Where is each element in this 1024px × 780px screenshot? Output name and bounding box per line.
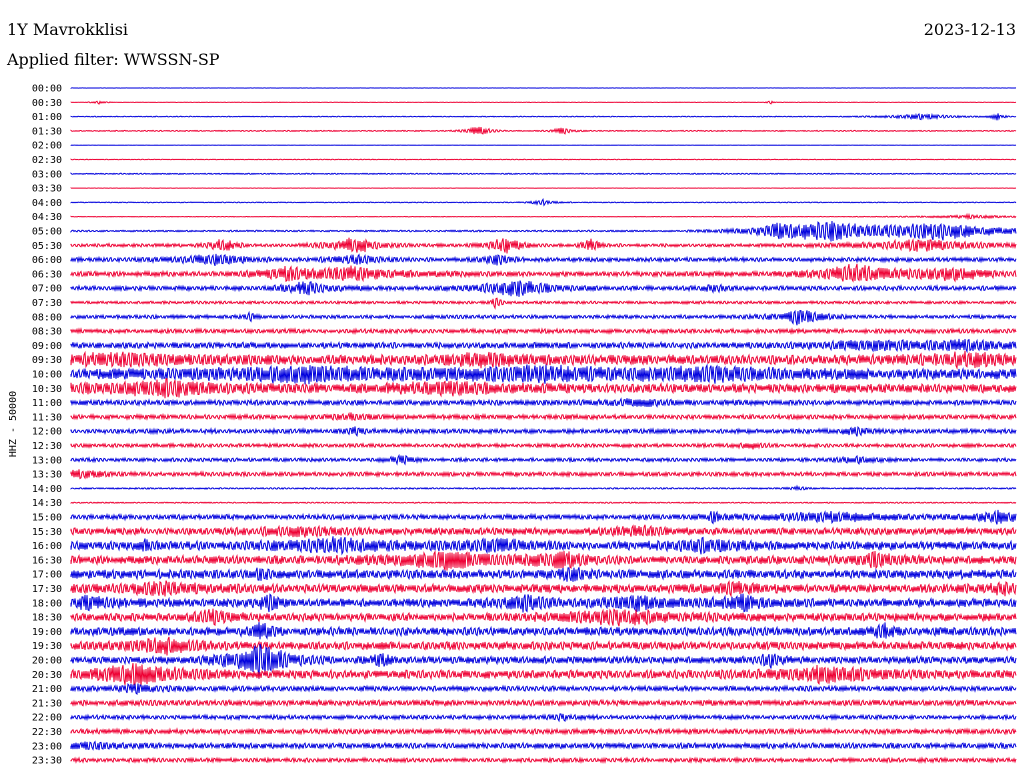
time-label: 04:00 xyxy=(32,198,62,209)
trace-0430 xyxy=(70,212,1017,221)
time-label: 11:00 xyxy=(32,398,62,409)
time-label: 08:30 xyxy=(32,327,62,338)
time-label: 22:00 xyxy=(32,713,62,724)
trace-0700 xyxy=(70,280,1017,297)
time-label: 06:30 xyxy=(32,269,62,280)
time-label: 17:00 xyxy=(32,570,62,581)
time-label: 10:30 xyxy=(32,384,62,395)
time-label: 23:30 xyxy=(32,756,62,767)
time-label: 16:00 xyxy=(32,541,62,552)
trace-2300 xyxy=(70,740,1017,751)
trace-0100 xyxy=(70,112,1017,121)
time-label: 03:00 xyxy=(32,169,62,180)
trace-0830 xyxy=(70,327,1017,336)
trace-1000 xyxy=(70,363,1017,385)
time-label: 15:30 xyxy=(32,527,62,538)
trace-2200 xyxy=(70,713,1017,723)
trace-0930 xyxy=(70,350,1017,370)
trace-1330 xyxy=(70,469,1017,480)
trace-1630 xyxy=(70,550,1017,571)
time-label: 00:00 xyxy=(32,84,62,95)
time-label: 06:00 xyxy=(32,255,62,266)
trace-1900 xyxy=(70,622,1017,640)
time-label: 07:30 xyxy=(32,298,62,309)
time-label: 01:00 xyxy=(32,112,62,123)
time-label: 13:00 xyxy=(32,455,62,466)
time-label: 11:30 xyxy=(32,412,62,423)
time-label: 00:30 xyxy=(32,98,62,109)
time-label: 03:30 xyxy=(32,184,62,195)
trace-1400 xyxy=(70,484,1017,492)
time-label: 19:00 xyxy=(32,627,62,638)
trace-2130 xyxy=(70,698,1017,708)
trace-0730 xyxy=(70,297,1017,310)
trace-0030 xyxy=(70,100,1017,105)
time-label: 10:00 xyxy=(32,370,62,381)
helicorder-plot: HHZ - 50000 00:00 00:30 01:00 01:30 02:00 02:… xyxy=(8,84,1017,767)
time-label: 22:30 xyxy=(32,727,62,738)
trace-1500 xyxy=(70,509,1017,525)
trace-1100 xyxy=(70,397,1017,408)
time-label: 19:30 xyxy=(32,641,62,652)
time-label: 20:30 xyxy=(32,670,62,681)
time-labels: 00:00 00:30 01:00 01:30 02:00 02:30 03:00 03:30… xyxy=(32,84,62,767)
time-label: 08:00 xyxy=(32,312,62,323)
time-label: 12:00 xyxy=(32,427,62,438)
time-label: 18:00 xyxy=(32,598,62,609)
time-label: 12:30 xyxy=(32,441,62,452)
time-label: 09:00 xyxy=(32,341,62,352)
trace-1300 xyxy=(70,453,1017,466)
trace-2030 xyxy=(70,663,1017,687)
trace-0900 xyxy=(70,338,1017,354)
trace-0500 xyxy=(70,220,1017,242)
trace-0130 xyxy=(70,126,1017,135)
time-label: 18:30 xyxy=(32,613,62,624)
trace-1530 xyxy=(70,524,1017,539)
trace-0230 xyxy=(70,158,1017,161)
time-label: 15:00 xyxy=(32,513,62,524)
time-label: 05:00 xyxy=(32,227,62,238)
trace-1930 xyxy=(70,636,1017,656)
trace-1230 xyxy=(70,441,1017,450)
time-label: 02:00 xyxy=(32,141,62,152)
trace-2230 xyxy=(70,727,1017,736)
time-label: 21:30 xyxy=(32,698,62,709)
trace-1830 xyxy=(70,608,1017,627)
time-label: 23:00 xyxy=(32,741,62,752)
trace-1130 xyxy=(70,411,1017,422)
time-label: 07:00 xyxy=(32,284,62,295)
trace-0400 xyxy=(70,198,1017,207)
trace-1730 xyxy=(70,580,1017,598)
trace-2100 xyxy=(70,683,1017,696)
time-label: 21:00 xyxy=(32,684,62,695)
trace-0530 xyxy=(70,237,1017,254)
time-label: 16:30 xyxy=(32,555,62,566)
time-label: 14:00 xyxy=(32,484,62,495)
time-label: 17:30 xyxy=(32,584,62,595)
time-label: 01:30 xyxy=(32,126,62,137)
time-label: 04:30 xyxy=(32,212,62,223)
time-label: 20:00 xyxy=(32,656,62,667)
time-label: 05:30 xyxy=(32,241,62,252)
trace-1200 xyxy=(70,426,1017,438)
trace-0630 xyxy=(70,263,1017,283)
time-label: 09:30 xyxy=(32,355,62,366)
trace-1600 xyxy=(70,536,1017,556)
seismic-traces xyxy=(70,87,1017,765)
y-axis-label: HHZ - 50000 xyxy=(8,391,19,457)
trace-0600 xyxy=(70,253,1017,267)
time-label: 02:30 xyxy=(32,155,62,166)
trace-1030 xyxy=(70,377,1017,399)
trace-0300 xyxy=(70,172,1017,176)
time-label: 14:30 xyxy=(32,498,62,509)
trace-2330 xyxy=(70,756,1017,765)
time-label: 13:30 xyxy=(32,470,62,481)
trace-1700 xyxy=(70,567,1017,582)
trace-0800 xyxy=(70,309,1017,326)
trace-1430 xyxy=(70,501,1017,505)
